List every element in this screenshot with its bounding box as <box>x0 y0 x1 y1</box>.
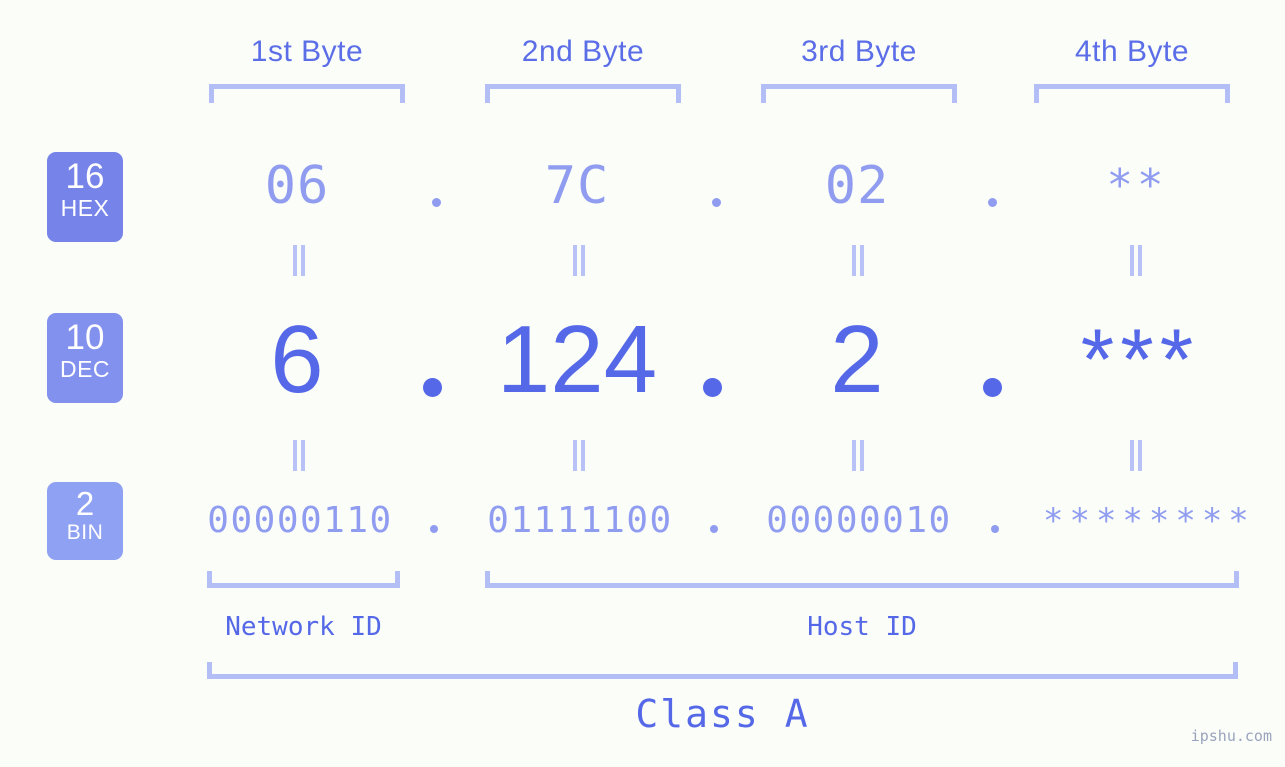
byte-header-3: 3rd Byte <box>801 35 917 68</box>
dec-value-byte-1: 6 <box>270 306 324 413</box>
byte-bracket-3 <box>761 84 957 103</box>
equivalence-bar-dec-bin-1 <box>292 440 307 471</box>
hex-separator-dot-3 <box>988 198 997 207</box>
ip-byte-breakdown-diagram: 1st Byte 2nd Byte 3rd Byte 4th Byte 16 H… <box>0 0 1285 767</box>
base-badge-bin: 2 BIN <box>47 482 123 560</box>
base-badge-bin-label: BIN <box>66 521 104 544</box>
bin-separator-dot-1 <box>430 525 438 533</box>
byte-header-4: 4th Byte <box>1074 35 1190 68</box>
base-badge-hex: 16 HEX <box>47 152 123 242</box>
bin-separator-dot-3 <box>991 525 999 533</box>
hex-value-byte-1: 06 <box>264 156 330 216</box>
bin-value-byte-4: ******** <box>1043 501 1255 541</box>
dec-separator-dot-1 <box>423 378 442 397</box>
byte-bracket-1 <box>209 84 405 103</box>
dec-value-byte-3: 2 <box>830 306 884 413</box>
equivalence-bar-hex-dec-1 <box>292 245 307 276</box>
watermark: ipshu.com <box>1190 727 1272 745</box>
base-badge-dec: 10 DEC <box>47 313 123 403</box>
network-id-label: Network ID <box>225 612 382 642</box>
base-badge-bin-number: 2 <box>75 485 95 522</box>
network-id-bracket <box>207 571 400 588</box>
dec-separator-dot-3 <box>983 378 1002 397</box>
byte-bracket-2 <box>485 84 681 103</box>
hex-value-byte-3: 02 <box>824 156 890 216</box>
host-id-label: Host ID <box>807 612 917 642</box>
byte-bracket-4 <box>1034 84 1230 103</box>
hex-separator-dot-1 <box>432 198 441 207</box>
byte-header-1: 1st Byte <box>250 35 364 68</box>
dec-value-byte-4: *** <box>1080 312 1200 408</box>
equivalence-bar-dec-bin-2 <box>572 440 587 471</box>
bin-value-byte-2: 01111100 <box>487 500 673 541</box>
class-bracket <box>207 662 1238 679</box>
base-badge-dec-label: DEC <box>59 356 111 382</box>
bin-separator-dot-2 <box>710 525 718 533</box>
equivalence-bar-dec-bin-3 <box>851 440 866 471</box>
host-id-bracket <box>485 571 1239 588</box>
class-label: Class A <box>635 692 810 736</box>
dec-separator-dot-2 <box>703 378 722 397</box>
equivalence-bar-hex-dec-4 <box>1129 245 1144 276</box>
dec-value-byte-2: 124 <box>496 306 658 413</box>
base-badge-hex-label: HEX <box>60 195 110 221</box>
bin-value-byte-1: 00000110 <box>207 500 393 541</box>
equivalence-bar-hex-dec-2 <box>572 245 587 276</box>
hex-value-byte-4: ** <box>1106 160 1168 211</box>
hex-separator-dot-2 <box>712 198 721 207</box>
hex-value-byte-2: 7C <box>544 156 610 216</box>
equivalence-bar-dec-bin-4 <box>1129 440 1144 471</box>
byte-header-2: 2nd Byte <box>521 35 645 68</box>
base-badge-dec-number: 10 <box>65 318 105 357</box>
equivalence-bar-hex-dec-3 <box>851 245 866 276</box>
base-badge-hex-number: 16 <box>65 157 105 196</box>
bin-value-byte-3: 00000010 <box>766 500 952 541</box>
